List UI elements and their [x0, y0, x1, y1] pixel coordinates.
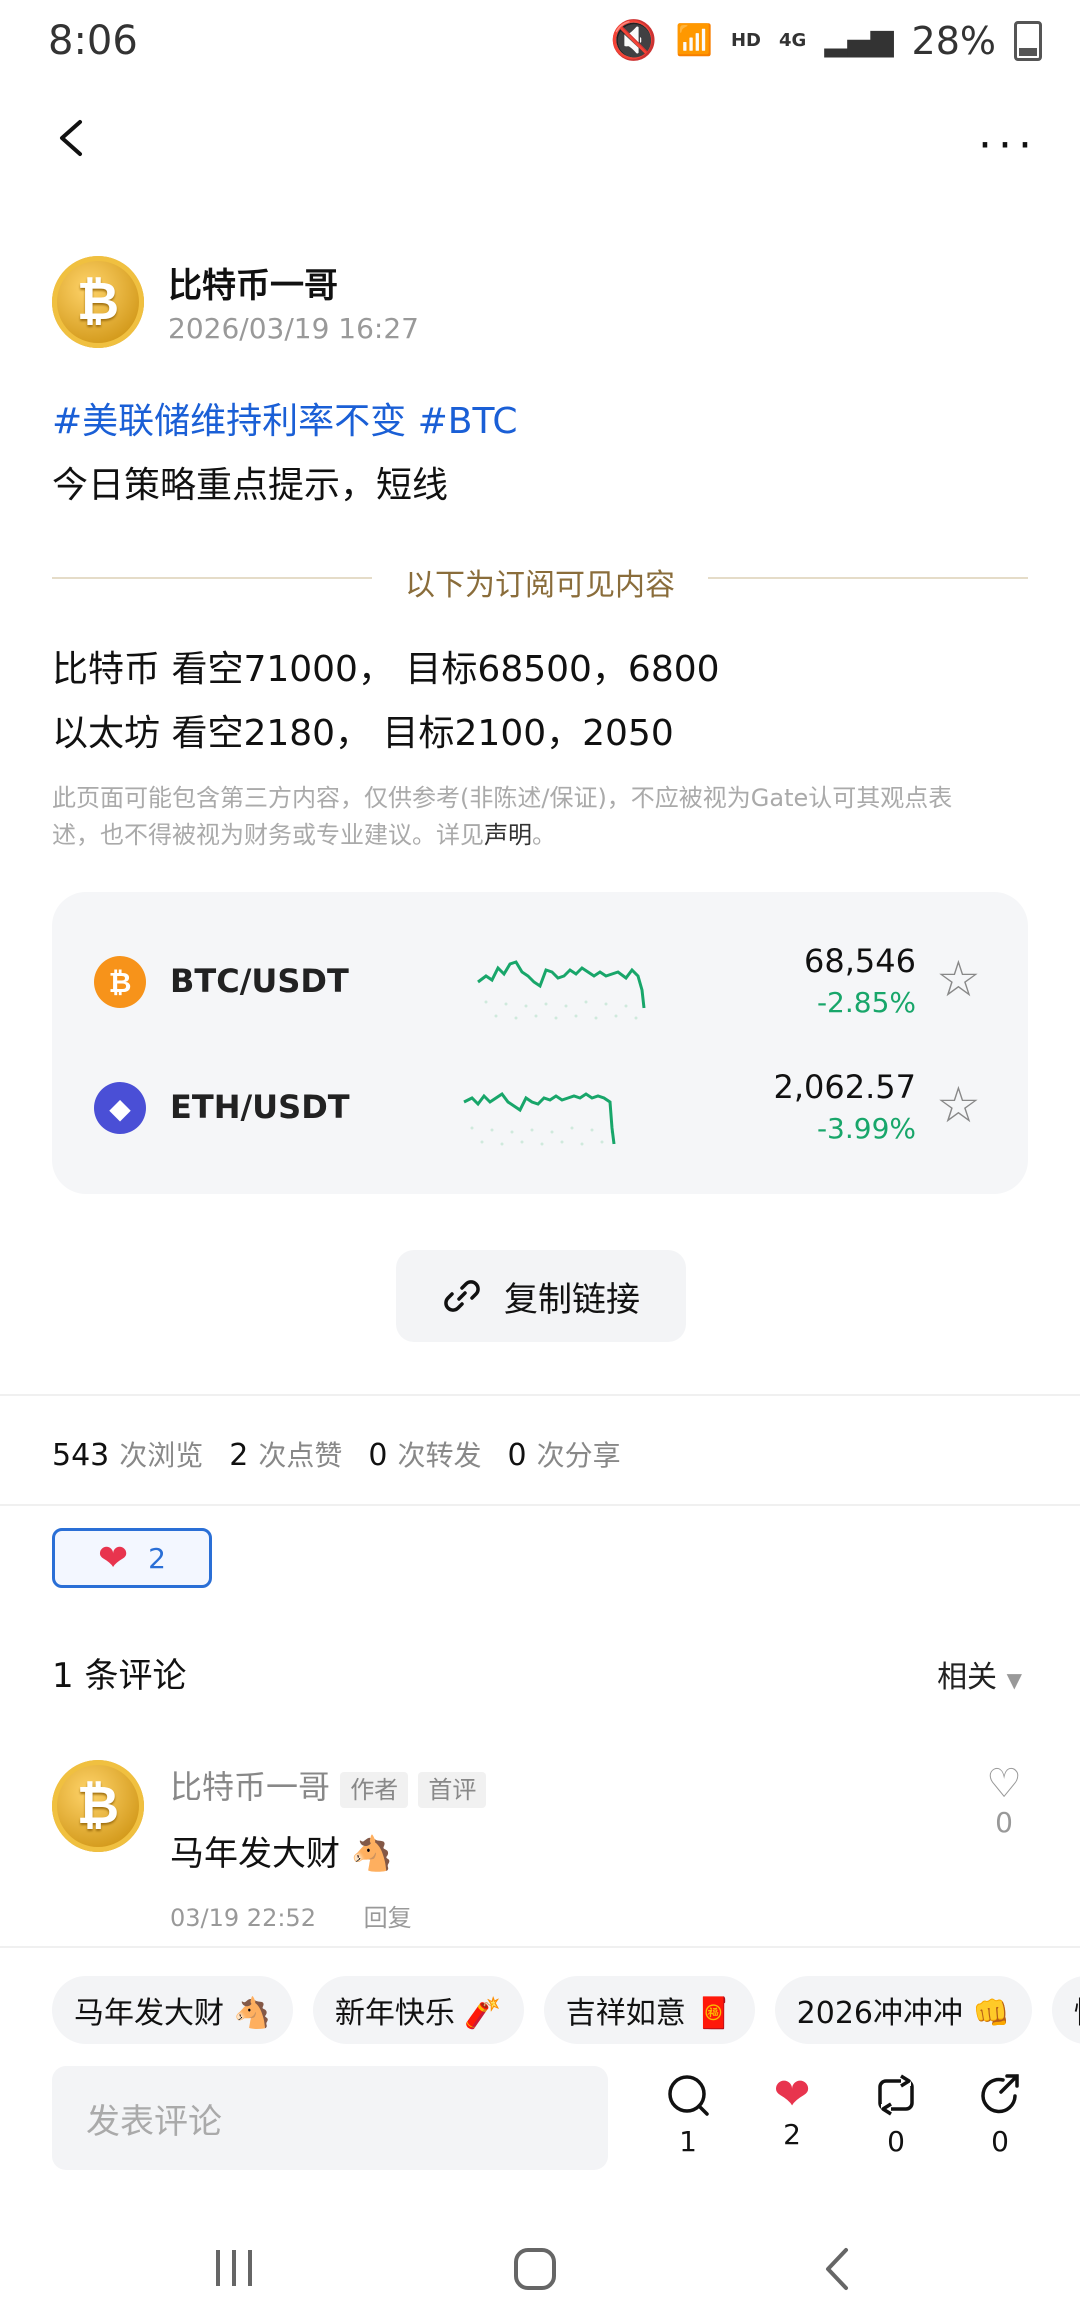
reaction-count: 2: [148, 1541, 166, 1575]
market-card: ₿ BTC/USDT 68,546 -2.85% ☆ ◆ ETH/USDT 2,…: [52, 892, 1028, 1194]
more-options-icon[interactable]: ···: [978, 120, 1038, 171]
reaction-badge[interactable]: ❤ 2: [52, 1528, 212, 1588]
share-action[interactable]: 0: [960, 2072, 1040, 2158]
caret-down-icon: ▼: [1006, 1668, 1022, 1692]
pair-change: -3.99%: [816, 1112, 916, 1145]
market-row-btc[interactable]: ₿ BTC/USDT 68,546 -2.85% ☆: [52, 922, 1028, 1042]
sparkline-eth: [463, 1091, 616, 1146]
network-label: 4G: [779, 30, 807, 51]
status-bar: 8:06 🔇 📶 HD 4G ▂▄▆ 28%: [0, 0, 1080, 86]
comment-input[interactable]: 发表评论: [52, 2066, 608, 2170]
heart-icon: ❤: [98, 1537, 129, 1579]
hd-label: HD: [730, 30, 761, 51]
reposts-count: 0: [368, 1438, 388, 1473]
comment-time: 03/19 22:52: [170, 1904, 316, 1932]
system-navigation-bar: [0, 2220, 1080, 2316]
quick-reply-chip[interactable]: 新年快乐 🧨: [312, 1976, 524, 2044]
comment-action[interactable]: 1: [648, 2072, 728, 2158]
bitcoin-icon: ₿: [94, 956, 146, 1008]
mute-icon: 🔇: [610, 18, 658, 62]
sort-label: 相关: [937, 1660, 998, 1695]
first-comment-tag: 首评: [418, 1772, 487, 1808]
copy-link-button[interactable]: 复制链接: [396, 1250, 686, 1342]
comment-author: 比特币一哥 作者 首评: [170, 1762, 487, 1808]
reply-link[interactable]: 回复: [364, 1904, 412, 1932]
comment-text: 马年发大财 🐴: [170, 1834, 394, 1874]
quick-reply-chip[interactable]: 2026冲冲冲 👊: [774, 1976, 1032, 2044]
heart-filled-icon: ❤: [773, 2069, 811, 2120]
divider: [0, 1394, 1080, 1396]
repost-action[interactable]: 0: [856, 2072, 936, 2158]
share-icon: [981, 2074, 1019, 2114]
sparkline-btc: [477, 960, 646, 1020]
pair-change: -2.85%: [816, 986, 916, 1019]
divider: [0, 1946, 1080, 1948]
author-tag: 作者: [340, 1772, 409, 1808]
repost-count: 0: [887, 2125, 905, 2158]
copy-link-label: 复制链接: [504, 1279, 640, 1320]
quick-reply-chip[interactable]: 马年发大财 🐴: [52, 1976, 293, 2044]
status-time: 8:06: [48, 18, 138, 64]
like-action[interactable]: ❤ 2: [752, 2069, 832, 2152]
comment-like[interactable]: ♡ 0: [986, 1762, 1022, 1839]
reposts-label: 次转发: [397, 1439, 482, 1472]
views-count: 543: [52, 1438, 110, 1473]
post-hashtags[interactable]: #美联储维持利率不变 #BTC: [52, 392, 518, 444]
pair-name: ETH/USDT: [170, 1088, 350, 1126]
battery-text: 28%: [911, 18, 996, 63]
sort-dropdown[interactable]: 相关 ▼: [937, 1652, 1022, 1696]
quick-replies: 马年发大财 🐴 新年快乐 🧨 吉祥如意 🧧 2026冲冲冲 👊 快: [52, 1976, 1080, 2044]
repost-icon: [878, 2074, 914, 2116]
shares-label: 次分享: [536, 1439, 621, 1472]
market-row-eth[interactable]: ◆ ETH/USDT 2,062.57 -3.99% ☆: [52, 1048, 1028, 1168]
back-icon[interactable]: [52, 118, 92, 158]
favorite-star-icon[interactable]: ☆: [936, 1076, 981, 1134]
favorite-star-icon[interactable]: ☆: [936, 950, 981, 1008]
comment-author-name[interactable]: 比特币一哥: [170, 1768, 330, 1806]
recent-apps-icon[interactable]: [212, 2248, 256, 2288]
quick-reply-chip[interactable]: 吉祥如意 🧧: [543, 1976, 755, 2044]
battery-icon: [1014, 20, 1042, 61]
strategy-line: 以太坊 看空2180， 目标2100，2050: [52, 713, 674, 754]
views-label: 次浏览: [119, 1439, 204, 1472]
subscriber-divider: 以下为订阅可见内容: [405, 568, 675, 603]
post-time: 2026/03/19 16:27: [168, 312, 419, 345]
share-count: 0: [991, 2125, 1009, 2158]
quick-reply-chip[interactable]: 快: [1051, 1976, 1080, 2044]
home-icon[interactable]: [512, 2246, 558, 2292]
divider-right: [708, 577, 1028, 579]
wifi-icon: 📶: [675, 23, 713, 58]
signal-icon: ▂▄▆: [824, 23, 894, 58]
comment-avatar[interactable]: ₿: [52, 1760, 144, 1852]
comment-icon: [668, 2075, 709, 2116]
author-name[interactable]: 比特币一哥: [168, 258, 338, 307]
disclaimer-end: 。: [532, 821, 556, 849]
disclaimer-link[interactable]: 声明: [484, 821, 532, 849]
status-icons: 🔇 📶 HD 4G ▂▄▆ 28%: [610, 18, 1042, 63]
comments-title: 1 条评论: [52, 1656, 187, 1696]
post-text: 今日策略重点提示，短线: [52, 465, 449, 506]
heart-outline-icon: ♡: [986, 1761, 1022, 1807]
pair-price: 2,062.57: [773, 1068, 917, 1106]
divider: [0, 1504, 1080, 1506]
likes-label: 次点赞: [258, 1439, 343, 1472]
comment-meta: 03/19 22:52 回复: [170, 1898, 412, 1933]
like-count: 2: [783, 2118, 801, 2151]
comment-like-count: 0: [995, 1806, 1013, 1839]
pair-name: BTC/USDT: [170, 962, 349, 1000]
strategy-line: 比特币 看空71000， 目标68500，6800: [52, 649, 720, 690]
link-icon: [444, 1280, 480, 1312]
post-stats: 543 次浏览 2 次点赞 0 次转发 0 次分享: [52, 1434, 621, 1474]
comment-count: 1: [679, 2125, 697, 2158]
pair-price: 68,546: [804, 942, 916, 980]
back-nav-icon[interactable]: [822, 2246, 852, 2292]
shares-count: 0: [507, 1438, 527, 1473]
disclaimer: 此页面可能包含第三方内容，仅供参考(非陈述/保证)，不应被视为Gate认可其观点…: [52, 780, 992, 854]
ethereum-icon: ◆: [94, 1082, 146, 1134]
likes-count: 2: [229, 1438, 249, 1473]
avatar[interactable]: ₿: [52, 256, 144, 348]
